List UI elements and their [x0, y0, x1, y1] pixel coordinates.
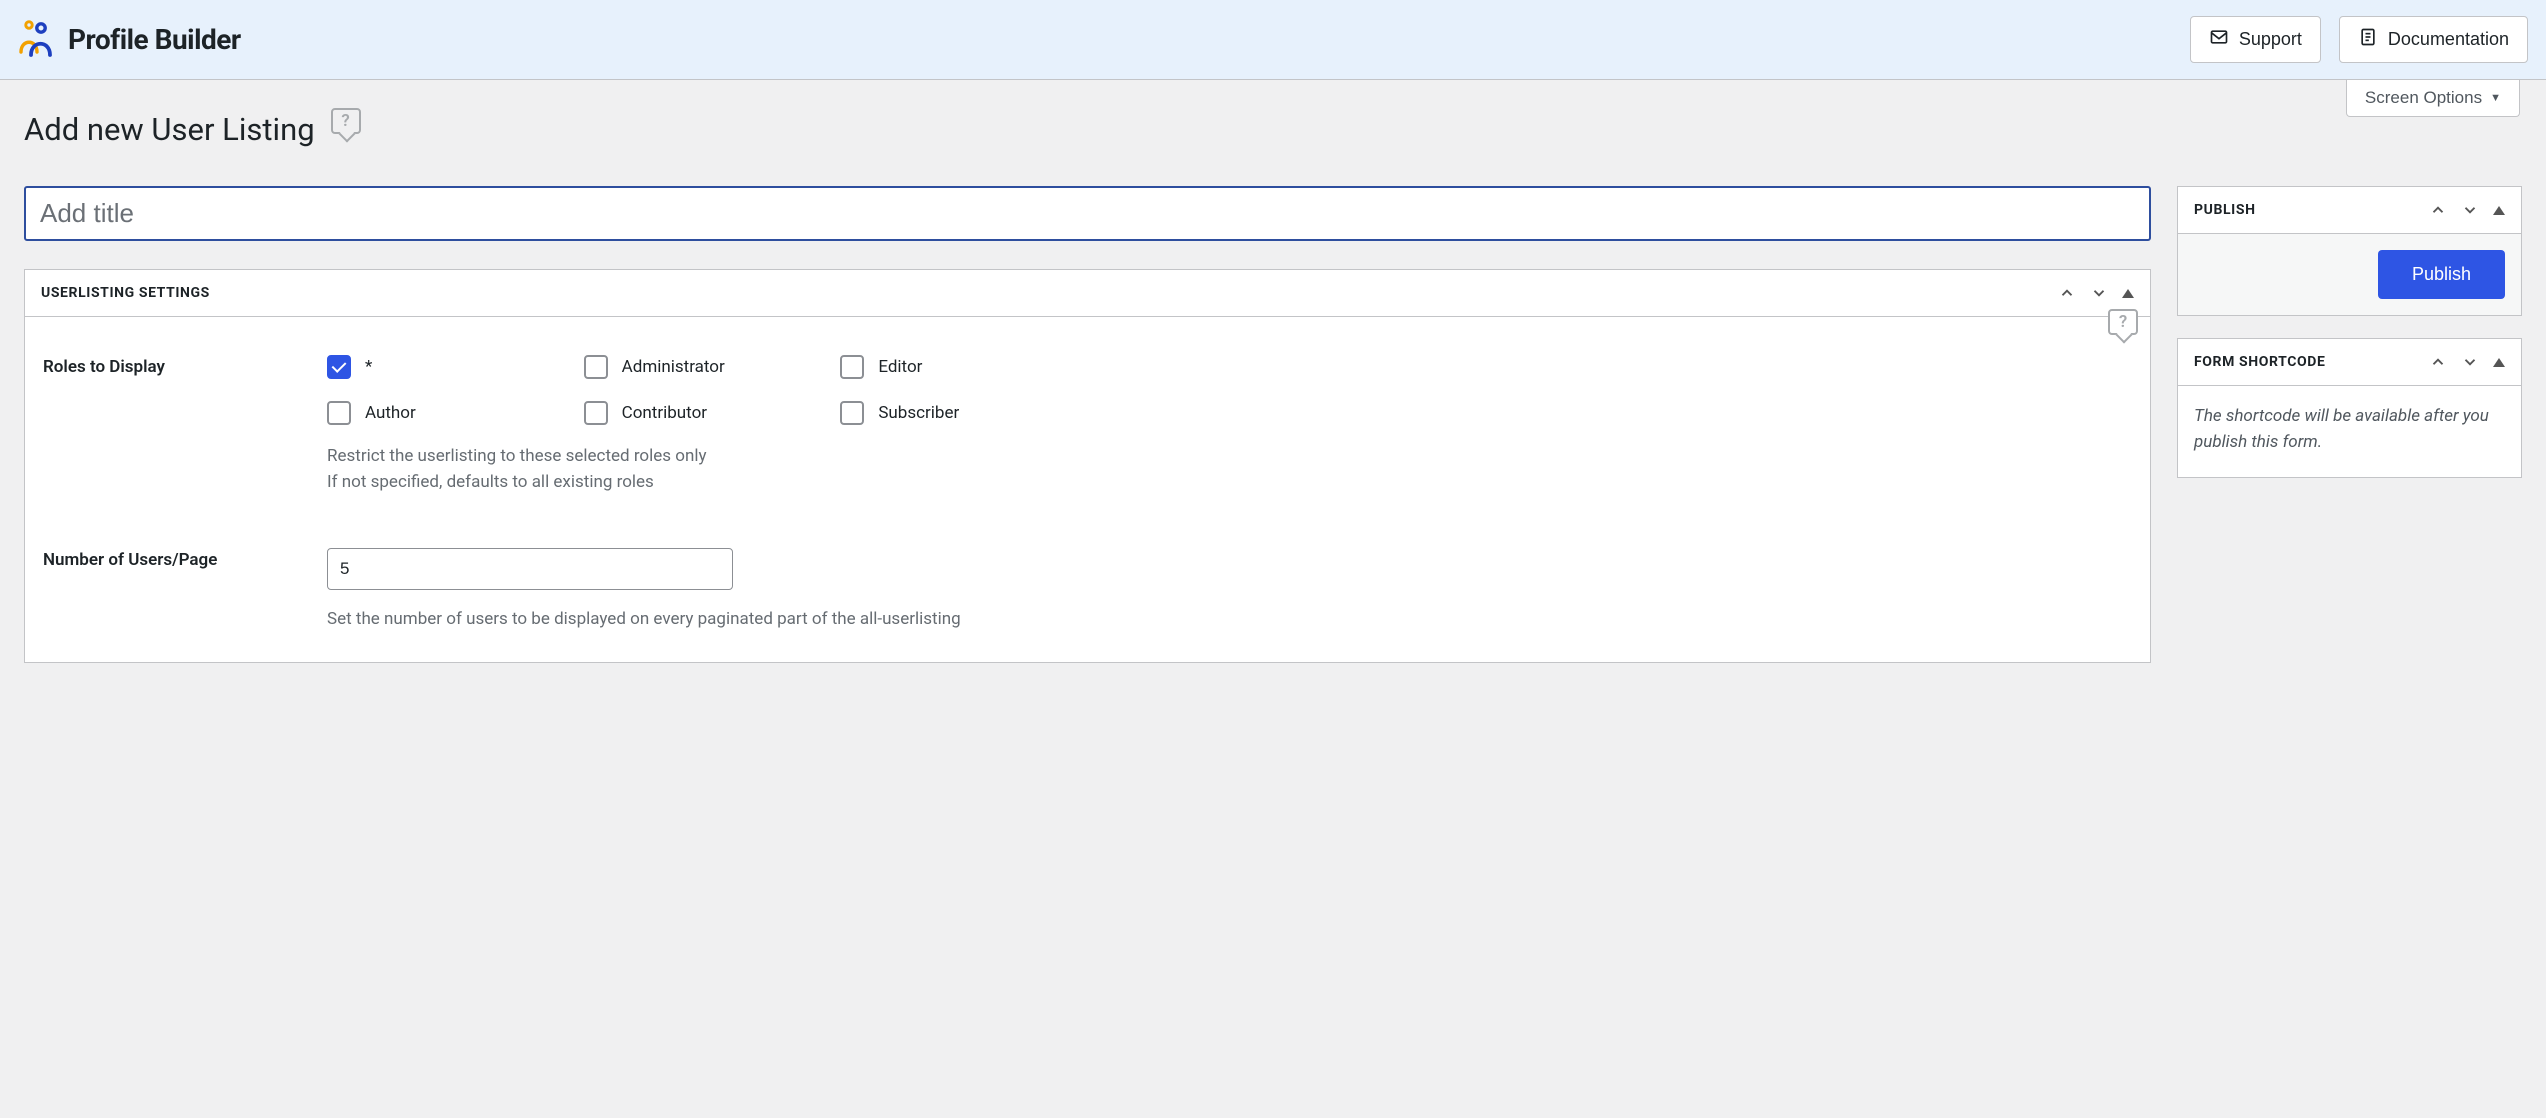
- metabox-controls: [2058, 284, 2134, 302]
- brand-area: Profile Builder: [12, 17, 241, 63]
- roles-body: * Administrator Editor: [327, 355, 2132, 496]
- collapse-toggle-icon[interactable]: [2493, 358, 2505, 367]
- panel-help-icon[interactable]: ?: [2108, 309, 2138, 335]
- documentation-label: Documentation: [2388, 29, 2509, 50]
- layout-columns: USERLISTING SETTINGS ? Roles to: [24, 186, 2522, 685]
- document-icon: [2358, 27, 2378, 52]
- collapse-toggle-icon[interactable]: [2493, 206, 2505, 215]
- collapse-toggle-icon[interactable]: [2122, 289, 2134, 298]
- support-button[interactable]: Support: [2190, 16, 2321, 63]
- shortcode-title: FORM SHORTCODE: [2194, 354, 2325, 370]
- users-per-page-input[interactable]: [327, 548, 733, 590]
- title-input[interactable]: [24, 186, 2151, 241]
- publish-box: PUBLISH Publish: [2177, 186, 2522, 316]
- brand-logo-icon: [12, 17, 54, 63]
- shortcode-header: FORM SHORTCODE: [2178, 339, 2521, 386]
- brand-title: Profile Builder: [68, 23, 241, 56]
- move-up-icon[interactable]: [2429, 353, 2447, 371]
- shortcode-message: The shortcode will be available after yo…: [2178, 386, 2521, 477]
- page-body: Screen Options ▼ Add new User Listing ? …: [0, 80, 2546, 725]
- role-label: Editor: [878, 357, 922, 377]
- screen-options-button[interactable]: Screen Options ▼: [2346, 80, 2520, 117]
- documentation-button[interactable]: Documentation: [2339, 16, 2528, 63]
- userlisting-settings-box: USERLISTING SETTINGS ? Roles to: [24, 269, 2151, 663]
- role-checkbox-subscriber[interactable]: Subscriber: [840, 401, 1087, 425]
- checkbox-icon: [327, 355, 351, 379]
- roles-desc-line1: Restrict the userlisting to these select…: [327, 443, 2132, 469]
- top-header: Profile Builder Support Documentation: [0, 0, 2546, 80]
- userlisting-settings-title: USERLISTING SETTINGS: [41, 285, 210, 301]
- help-icon[interactable]: ?: [331, 108, 361, 134]
- roles-grid: * Administrator Editor: [327, 355, 1087, 425]
- role-checkbox-all[interactable]: *: [327, 355, 574, 379]
- userlisting-settings-body: ? Roles to Display * Ad: [25, 317, 2150, 662]
- role-label: Contributor: [622, 403, 707, 423]
- move-up-icon[interactable]: [2058, 284, 2076, 302]
- form-shortcode-box: FORM SHORTCODE The shortcode will be ava…: [2177, 338, 2522, 478]
- support-label: Support: [2239, 29, 2302, 50]
- role-checkbox-contributor[interactable]: Contributor: [584, 401, 831, 425]
- screen-options-label: Screen Options: [2365, 88, 2482, 108]
- page-title-row: Add new User Listing ?: [24, 111, 2522, 148]
- checkbox-icon: [327, 401, 351, 425]
- users-per-page-desc: Set the number of users to be displayed …: [327, 606, 2132, 632]
- checkbox-icon: [840, 401, 864, 425]
- checkbox-icon: [584, 401, 608, 425]
- role-label: Author: [365, 403, 416, 423]
- users-per-page-row: Number of Users/Page Set the number of u…: [43, 496, 2132, 632]
- page-title: Add new User Listing: [24, 111, 315, 148]
- users-per-page-body: Set the number of users to be displayed …: [327, 548, 2132, 632]
- move-down-icon[interactable]: [2461, 201, 2479, 219]
- role-label: Administrator: [622, 357, 725, 377]
- checkbox-icon: [840, 355, 864, 379]
- metabox-controls: [2429, 353, 2505, 371]
- publish-body: Publish: [2178, 234, 2521, 315]
- main-column: USERLISTING SETTINGS ? Roles to: [24, 186, 2151, 685]
- roles-desc-line2: If not specified, defaults to all existi…: [327, 469, 2132, 495]
- role-label: Subscriber: [878, 403, 959, 423]
- move-up-icon[interactable]: [2429, 201, 2447, 219]
- roles-description: Restrict the userlisting to these select…: [327, 443, 2132, 496]
- roles-label: Roles to Display: [43, 355, 327, 496]
- move-down-icon[interactable]: [2090, 284, 2108, 302]
- metabox-controls: [2429, 201, 2505, 219]
- envelope-icon: [2209, 27, 2229, 52]
- move-down-icon[interactable]: [2461, 353, 2479, 371]
- publish-header: PUBLISH: [2178, 187, 2521, 234]
- userlisting-settings-header: USERLISTING SETTINGS: [25, 270, 2150, 317]
- users-per-page-label: Number of Users/Page: [43, 548, 327, 632]
- publish-title: PUBLISH: [2194, 202, 2256, 218]
- checkbox-icon: [584, 355, 608, 379]
- role-checkbox-editor[interactable]: Editor: [840, 355, 1087, 379]
- role-checkbox-administrator[interactable]: Administrator: [584, 355, 831, 379]
- role-checkbox-author[interactable]: Author: [327, 401, 574, 425]
- role-label: *: [365, 357, 372, 377]
- chevron-down-icon: ▼: [2490, 92, 2501, 104]
- header-actions: Support Documentation: [2190, 16, 2528, 63]
- roles-field-row: Roles to Display * Administrator: [43, 331, 2132, 496]
- sidebar-column: PUBLISH Publish: [2177, 186, 2522, 500]
- publish-button[interactable]: Publish: [2378, 250, 2505, 299]
